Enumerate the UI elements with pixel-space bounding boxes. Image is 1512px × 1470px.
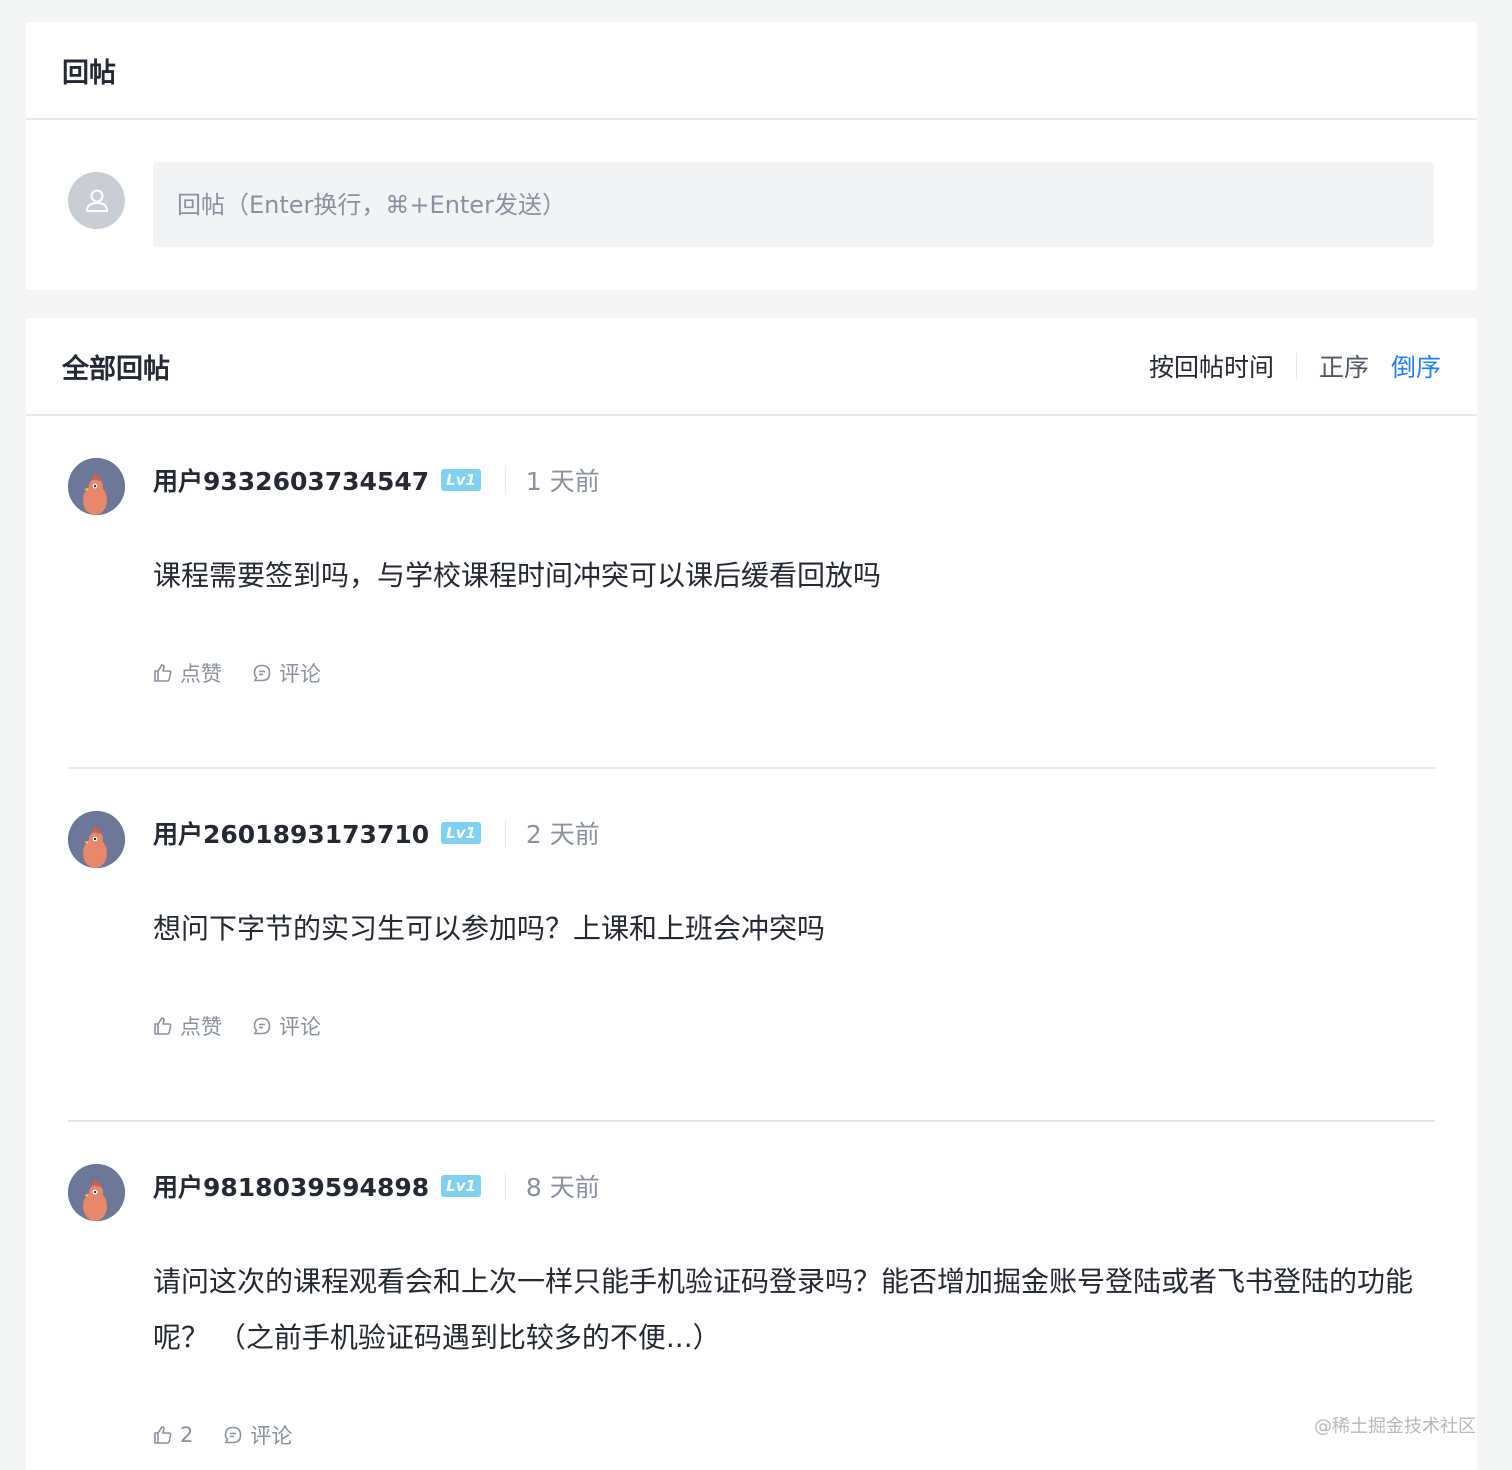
header-divider [504, 467, 506, 493]
reply-header: 回帖 [26, 22, 1477, 120]
comment-text: 课程需要签到吗，与学校课程时间冲突可以课后缓看回放吗 [153, 559, 882, 592]
comment-actions: 点赞 评论 [153, 658, 351, 688]
comment-bubble-icon [253, 664, 271, 682]
sort-descending-button[interactable]: 倒序 [1391, 348, 1441, 384]
like-button[interactable]: 点赞 [153, 1011, 222, 1041]
comment-list-card: 全部回帖 按回帖时间 正序 倒序 用户9332603734547 Lv1 1 天… [26, 318, 1477, 1470]
comment-text: 请问这次的课程观看会和上次一样只能手机验证码登录吗？能否增加掘金账号登陆或者飞书… [153, 1265, 1414, 1354]
comment-username[interactable]: 用户2601893173710 [153, 815, 429, 851]
comment-bubble-icon [253, 1017, 271, 1035]
comment-label: 评论 [279, 662, 321, 686]
comment-list-title: 全部回帖 [62, 353, 170, 385]
like-button[interactable]: 2 [153, 1423, 193, 1447]
sort-divider [1295, 353, 1297, 379]
sort-controls: 按回帖时间 正序 倒序 [1149, 348, 1441, 384]
like-label: 点赞 [180, 662, 222, 686]
sort-ascending-button[interactable]: 正序 [1319, 348, 1369, 384]
user-level-badge: Lv1 [441, 469, 481, 491]
comment-separator [68, 767, 1435, 769]
comment-header: 用户9818039594898 Lv1 8 天前 [153, 1166, 600, 1206]
comment-actions: 2 评论 [153, 1420, 322, 1450]
comment-label: 评论 [250, 1424, 293, 1448]
rooster-avatar-icon [68, 1164, 125, 1221]
user-level-badge: Lv1 [441, 822, 481, 844]
comment-text: 想问下字节的实习生可以参加吗？上课和上班会冲突吗 [153, 912, 826, 945]
commenter-avatar[interactable] [68, 1164, 125, 1221]
comment-username[interactable]: 用户9332603734547 [153, 462, 429, 498]
rooster-avatar-icon [68, 811, 125, 868]
comment-header: 用户2601893173710 Lv1 2 天前 [153, 813, 600, 853]
like-button[interactable]: 点赞 [153, 658, 222, 688]
rooster-avatar-icon [68, 458, 125, 515]
comment-list-header: 全部回帖 按回帖时间 正序 倒序 [26, 318, 1477, 416]
like-label: 点赞 [180, 1015, 222, 1039]
header-divider [504, 820, 506, 846]
comment-actions: 点赞 评论 [153, 1011, 351, 1041]
reply-comment-button[interactable]: 评论 [252, 658, 321, 688]
reply-input[interactable] [153, 162, 1434, 247]
comment-bubble-icon [225, 1426, 242, 1444]
user-level-badge: Lv1 [441, 1175, 481, 1197]
reply-body [26, 120, 1477, 290]
watermark: @稀土掘金技术社区 [1314, 1416, 1476, 1437]
current-user-avatar[interactable] [68, 172, 125, 229]
comment-username[interactable]: 用户9818039594898 [153, 1168, 429, 1204]
sort-by-time-label: 按回帖时间 [1148, 353, 1274, 382]
like-count: 2 [180, 1423, 194, 1447]
commenter-avatar[interactable] [68, 458, 125, 515]
thumbs-up-icon [154, 1426, 172, 1444]
thumbs-up-icon [154, 1017, 172, 1035]
comment-separator [68, 1120, 1435, 1122]
comment-time: 2 天前 [525, 820, 600, 849]
comment-time: 8 天前 [525, 1173, 600, 1202]
user-icon [85, 189, 108, 212]
comment-time: 1 天前 [525, 467, 600, 496]
reply-title: 回帖 [62, 57, 116, 89]
commenter-avatar[interactable] [68, 811, 125, 868]
comment-header: 用户9332603734547 Lv1 1 天前 [153, 460, 600, 500]
reply-comment-button[interactable]: 评论 [252, 1011, 321, 1041]
reply-comment-button[interactable]: 评论 [223, 1420, 292, 1450]
comment-label: 评论 [279, 1015, 321, 1039]
reply-card: 回帖 [26, 22, 1477, 290]
header-divider [504, 1173, 506, 1199]
thumbs-up-icon [154, 664, 172, 682]
